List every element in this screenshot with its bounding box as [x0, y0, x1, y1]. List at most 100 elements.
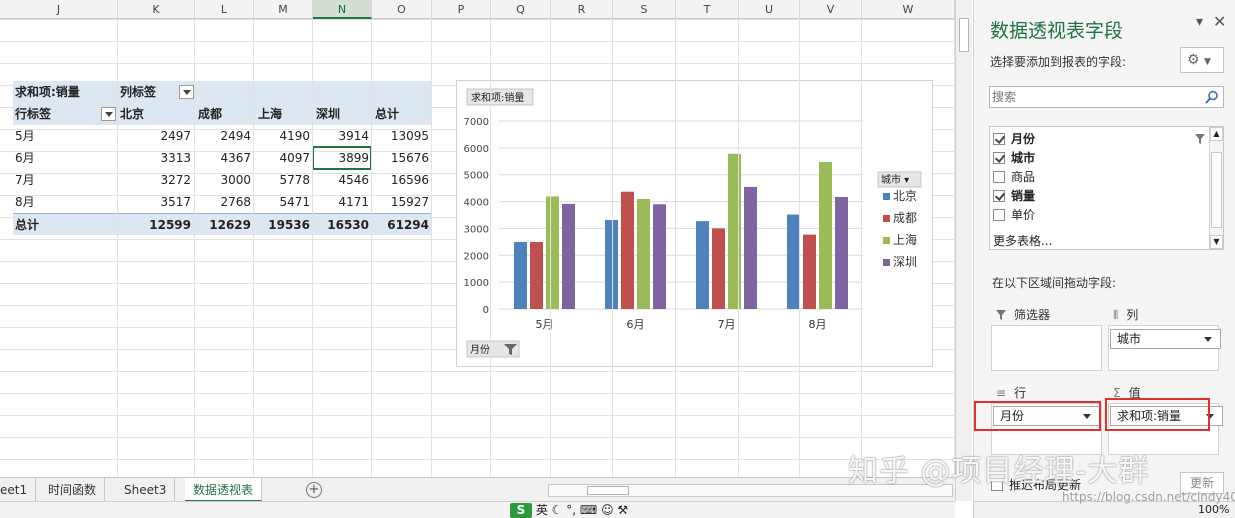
pivot-value-cell[interactable]: 2497	[135, 125, 193, 147]
scroll-thumb[interactable]	[587, 486, 629, 495]
row-filter-dropdown[interactable]	[101, 107, 116, 121]
scroll-up-icon[interactable]: ▲	[1210, 127, 1223, 141]
add-sheet-icon[interactable]: +	[306, 482, 322, 498]
pivot-value-cell[interactable]: 13095	[373, 125, 431, 147]
worksheet-grid[interactable]: 求和项:销量 列标签 行标签 北京 成都 上海 深圳 总计 5月 2497 2494 4190…	[0, 19, 955, 477]
filter-icon	[1195, 134, 1205, 144]
field-item[interactable]: 月份	[993, 130, 1035, 149]
scroll-thumb[interactable]	[959, 18, 969, 52]
sheet-vertical-scrollbar[interactable]	[955, 0, 972, 501]
pivot-value-cell[interactable]: 15927	[373, 191, 431, 213]
bar-上海-7月[interactable]	[728, 153, 741, 309]
pivot-total-cell[interactable]: 16530	[313, 214, 371, 236]
column-header-q[interactable]: Q	[491, 0, 551, 19]
column-header-m[interactable]: M	[254, 0, 313, 19]
punctuation-icon[interactable]: °,	[566, 503, 576, 517]
sogou-icon[interactable]: S	[510, 503, 532, 518]
column-header-s[interactable]: S	[613, 0, 676, 19]
pivot-value-cell[interactable]: 15676	[373, 147, 431, 169]
scroll-down-icon[interactable]: ▼	[1210, 235, 1223, 249]
column-header-l[interactable]: L	[195, 0, 254, 19]
wrench-icon[interactable]: ⚒	[617, 503, 628, 517]
bar-上海-6月[interactable]	[637, 198, 650, 309]
pivot-total-cell[interactable]: 12599	[135, 214, 193, 236]
bar-深圳-6月[interactable]	[653, 204, 666, 309]
column-header-p[interactable]: P	[432, 0, 491, 19]
bar-上海-5月[interactable]	[546, 196, 559, 309]
field-list-scrollbar[interactable]: ▲ ▼	[1209, 127, 1223, 249]
bar-深圳-7月[interactable]	[744, 186, 757, 309]
ime-toolbar[interactable]: S 英 ☾ °, ⌨ ☺ ⚒	[510, 502, 670, 518]
column-header-w[interactable]: W	[862, 0, 955, 19]
field-item[interactable]: 商品	[993, 168, 1035, 187]
column-header-t[interactable]: T	[676, 0, 739, 19]
pivot-value-cell[interactable]: 5471	[254, 191, 312, 213]
sheet-tab[interactable]: 时间函数	[40, 478, 106, 502]
moon-icon[interactable]: ☾	[552, 503, 563, 517]
column-header-o[interactable]: O	[372, 0, 432, 19]
field-checkbox[interactable]	[993, 171, 1005, 183]
bar-成都-6月[interactable]	[621, 191, 634, 309]
bar-成都-7月[interactable]	[712, 228, 725, 309]
pivot-value-cell[interactable]: 4190	[254, 125, 312, 147]
y-tick-label: 0	[483, 305, 489, 316]
pivot-value-cell[interactable]: 5778	[254, 169, 312, 191]
bar-成都-8月[interactable]	[803, 234, 816, 309]
pivot-value-cell[interactable]: 4367	[195, 147, 253, 169]
column-filter-dropdown[interactable]	[179, 85, 194, 99]
field-item[interactable]: 单价	[993, 206, 1035, 225]
x-tick-label: 6月	[627, 318, 645, 331]
pivot-value-cell[interactable]: 2768	[195, 191, 253, 213]
pivot-total-cell[interactable]: 19536	[254, 214, 312, 236]
user-icon[interactable]: ☺	[601, 503, 614, 517]
pivot-value-cell[interactable]: 4546	[313, 169, 371, 191]
pivot-value-cell[interactable]: 2494	[195, 125, 253, 147]
bar-北京-5月[interactable]	[514, 241, 527, 309]
field-item[interactable]: 销量	[993, 187, 1035, 206]
column-header-u[interactable]: U	[739, 0, 800, 19]
column-header-r[interactable]: R	[551, 0, 613, 19]
ime-mode-label[interactable]: 英	[536, 503, 548, 517]
pivot-total-cell[interactable]: 61294	[373, 214, 431, 236]
pivot-value-cell[interactable]: 4171	[313, 191, 371, 213]
bar-北京-7月[interactable]	[696, 221, 709, 309]
pivot-value-cell[interactable]: 16596	[373, 169, 431, 191]
pivot-value-cell[interactable]: 3272	[135, 169, 193, 191]
pivot-value-cell[interactable]: 3914	[313, 125, 371, 147]
sheet-tab[interactable]: Sheet3	[116, 478, 176, 502]
field-checkbox[interactable]	[993, 152, 1005, 164]
keyboard-icon[interactable]: ⌨	[580, 503, 597, 517]
pivot-row: 7月 3272 3000 5778 4546 16596	[13, 169, 431, 191]
more-tables-link[interactable]: 更多表格...	[993, 232, 1052, 251]
column-header-n[interactable]: N	[313, 0, 372, 19]
field-checkbox[interactable]	[993, 209, 1005, 221]
pivot-total-cell[interactable]: 12629	[195, 214, 253, 236]
pivot-value-cell[interactable]: 3313	[135, 147, 193, 169]
pivot-value-cell[interactable]: 4097	[254, 147, 312, 169]
bar-上海-8月[interactable]	[819, 162, 832, 309]
sheet-tab[interactable]: 数据透视表	[185, 478, 263, 502]
field-checkbox[interactable]	[993, 133, 1005, 145]
filter-area[interactable]	[991, 325, 1102, 371]
pivot-value-cell[interactable]: 3899	[312, 146, 372, 170]
zoom-level[interactable]: 100%	[1198, 503, 1229, 516]
scroll-thumb[interactable]	[1211, 152, 1222, 228]
column-header-k[interactable]: K	[118, 0, 195, 19]
close-icon[interactable]: ✕	[1213, 12, 1226, 31]
pane-options-icon[interactable]: ▾	[1196, 14, 1203, 30]
bar-深圳-8月[interactable]	[835, 196, 848, 309]
column-header-v[interactable]: V	[800, 0, 862, 19]
column-field-dropdown[interactable]: 城市	[1110, 329, 1221, 349]
y-tick-label: 1000	[464, 278, 489, 289]
gear-icon[interactable]: ⚙ ▼	[1180, 47, 1224, 73]
field-item[interactable]: 城市	[993, 149, 1035, 168]
sheet-tab[interactable]: eet1	[0, 478, 37, 502]
search-field[interactable]	[989, 86, 1224, 108]
bar-成都-5月[interactable]	[530, 242, 543, 309]
column-header-j[interactable]: J	[0, 0, 118, 19]
pivot-value-cell[interactable]: 3517	[135, 191, 193, 213]
field-checkbox[interactable]	[993, 190, 1005, 202]
bar-深圳-5月[interactable]	[562, 203, 575, 309]
search-input[interactable]	[990, 87, 1200, 107]
pivot-value-cell[interactable]: 3000	[195, 169, 253, 191]
